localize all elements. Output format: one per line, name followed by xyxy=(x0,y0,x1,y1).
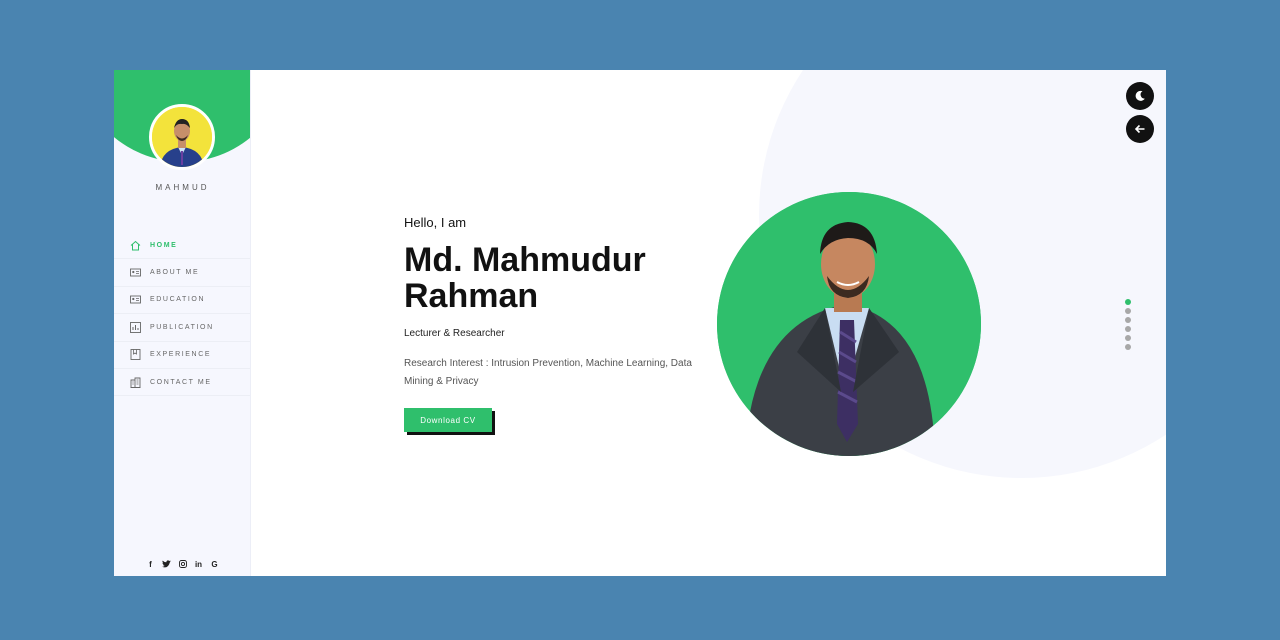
page-title: Md. Mahmudur Rahman xyxy=(404,241,646,315)
sidebar: MAHMUD HOME ABOUT ME EDUCATION PUBLICATI… xyxy=(114,70,251,576)
nav-label: HOME xyxy=(150,241,178,249)
linkedin-icon[interactable]: in xyxy=(194,560,204,570)
nav-item-education[interactable]: EDUCATION xyxy=(114,287,250,315)
theme-toggle-button[interactable] xyxy=(1126,82,1154,110)
nav-label: CONTACT ME xyxy=(150,378,212,386)
nav-item-experience[interactable]: EXPERIENCE xyxy=(114,342,250,369)
portfolio-frame: MAHMUD HOME ABOUT ME EDUCATION PUBLICATI… xyxy=(114,70,1166,576)
google-icon[interactable]: G xyxy=(210,560,220,570)
nav-item-contact[interactable]: CONTACT ME xyxy=(114,369,250,397)
arrow-left-icon xyxy=(1134,124,1145,134)
nav-item-publication[interactable]: PUBLICATION xyxy=(114,314,250,342)
greeting: Hello, I am xyxy=(404,215,467,230)
nav-label: PUBLICATION xyxy=(150,323,214,331)
bookmark-icon xyxy=(130,349,141,361)
pagination-dot[interactable] xyxy=(1125,308,1131,314)
nav-label: EXPERIENCE xyxy=(150,351,212,359)
moon-icon xyxy=(1135,90,1145,101)
research-interest: Research Interest : Intrusion Prevention… xyxy=(404,358,692,387)
pagination-dot[interactable] xyxy=(1125,299,1131,305)
nav-item-about[interactable]: ABOUT ME xyxy=(114,259,250,287)
nav-label: ABOUT ME xyxy=(150,269,200,277)
portrait-photo xyxy=(717,192,981,456)
main-nav: HOME ABOUT ME EDUCATION PUBLICATION EXPE… xyxy=(114,232,250,397)
nav-label: EDUCATION xyxy=(150,296,206,304)
hero-section: Hello, I am Md. Mahmudur Rahman Lecturer… xyxy=(404,215,704,432)
brand-name: MAHMUD xyxy=(155,183,210,192)
social-links: f in G xyxy=(114,560,250,570)
download-cv-button[interactable]: Download CV xyxy=(404,408,492,432)
twitter-icon[interactable] xyxy=(162,560,172,570)
building-icon xyxy=(130,377,141,388)
pagination-dot[interactable] xyxy=(1125,344,1131,350)
home-icon xyxy=(130,240,141,251)
chart-icon xyxy=(130,321,141,333)
back-button[interactable] xyxy=(1126,115,1154,143)
id-card-icon xyxy=(130,294,141,305)
pagination-dot[interactable] xyxy=(1125,326,1131,332)
pagination-dot[interactable] xyxy=(1125,335,1131,341)
id-card-icon xyxy=(130,267,141,278)
profile-portrait xyxy=(717,192,981,456)
instagram-icon[interactable] xyxy=(178,560,188,570)
section-pagination xyxy=(1125,299,1131,350)
role-subtitle: Lecturer & Researcher xyxy=(404,328,505,339)
facebook-icon[interactable]: f xyxy=(146,560,156,570)
avatar-photo xyxy=(152,107,212,167)
pagination-dot[interactable] xyxy=(1125,317,1131,323)
avatar xyxy=(149,104,215,170)
nav-item-home[interactable]: HOME xyxy=(114,232,250,260)
